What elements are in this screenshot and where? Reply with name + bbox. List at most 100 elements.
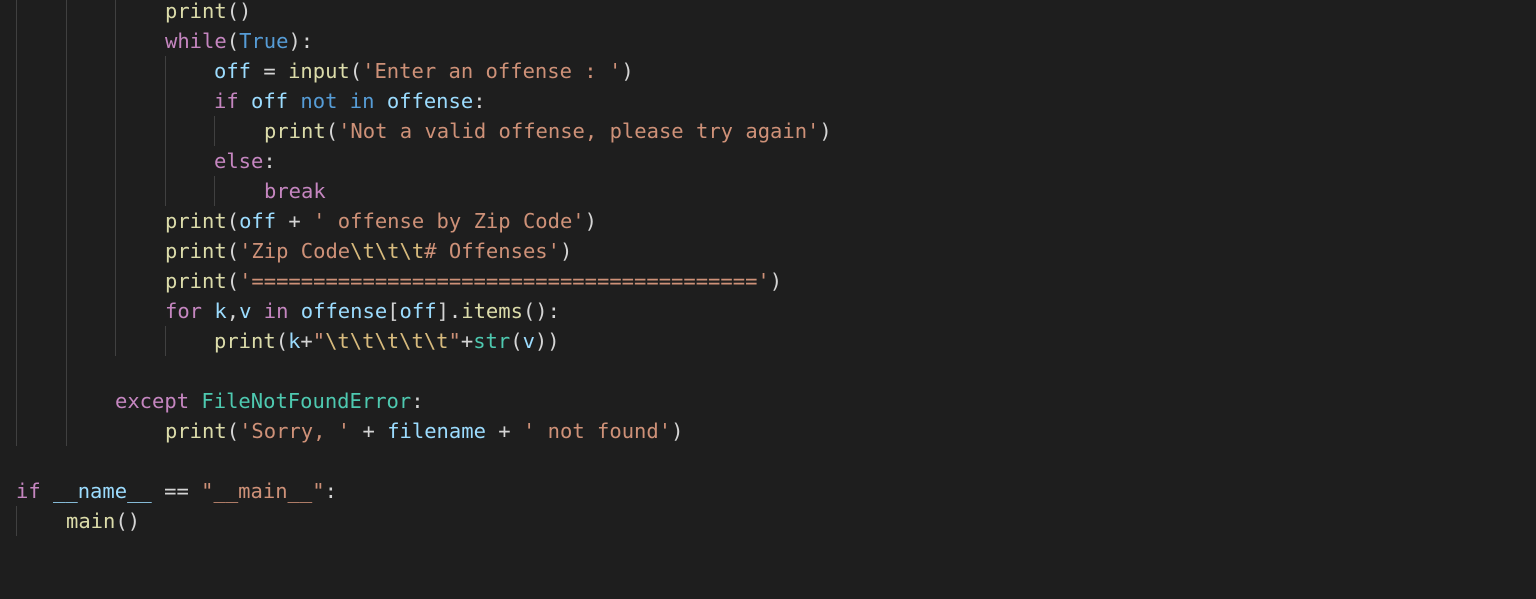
code-token: +: [276, 209, 314, 233]
code-token: (): [226, 0, 252, 23]
code-token: offense: [300, 299, 388, 323]
code-token: else: [214, 149, 264, 173]
code-line-print-invalid[interactable]: print('Not a valid offense, please try a…: [264, 116, 832, 146]
code-token: k: [288, 329, 301, 353]
code-token: (: [510, 329, 523, 353]
code-token: 'Zip Code: [239, 239, 351, 263]
code-token: :: [263, 149, 276, 173]
code-token: k: [214, 299, 227, 323]
code-token: if: [16, 479, 41, 503]
code-token: (): [115, 509, 141, 533]
code-token: ": [312, 329, 326, 353]
indent-guide: [115, 0, 116, 356]
code-token: :: [411, 389, 424, 413]
code-token: ): [584, 209, 597, 233]
code-token: offense: [386, 89, 474, 113]
indent-guide: [165, 56, 166, 206]
code-line-main-call[interactable]: main(): [66, 506, 140, 536]
code-token: input: [288, 59, 350, 83]
code-token: print: [165, 0, 227, 23]
code-token: off: [399, 299, 437, 323]
code-token: (: [349, 59, 363, 83]
code-token: ' offense by Zip Code': [313, 209, 585, 233]
code-line-if-not-in[interactable]: if off not in offense:: [214, 86, 486, 116]
code-token: (: [226, 269, 240, 293]
code-line-print-offense-by-zip[interactable]: print(off + ' offense by Zip Code'): [165, 206, 597, 236]
code-token: ):: [288, 29, 314, 53]
code-token: (: [226, 239, 240, 263]
code-token: ].: [436, 299, 462, 323]
code-token: FileNotFoundError: [201, 389, 412, 413]
code-token: print: [214, 329, 276, 353]
code-token: (: [325, 119, 339, 143]
code-line-print-not-found[interactable]: print('Sorry, ' + filename + ' not found…: [165, 416, 683, 446]
code-editor[interactable]: print() while(True): off = input('Enter …: [0, 0, 1536, 599]
code-token: if: [214, 89, 239, 113]
code-token: ==: [151, 479, 202, 503]
code-line-print-separator[interactable]: print('=================================…: [165, 266, 782, 296]
code-line-print-blank[interactable]: print(): [165, 0, 251, 26]
code-token: off: [239, 209, 277, 233]
code-token: filename: [387, 419, 486, 443]
indent-guide: [165, 326, 166, 356]
code-token: # Offenses': [424, 239, 560, 263]
code-token: =: [251, 59, 289, 83]
code-token: :: [473, 89, 486, 113]
code-line-except[interactable]: except FileNotFoundError:: [115, 386, 424, 416]
code-token: )): [534, 329, 560, 353]
indent-guide: [66, 0, 67, 446]
code-line-else[interactable]: else:: [214, 146, 276, 176]
code-token: off: [214, 59, 252, 83]
code-line-for-loop[interactable]: for k,v in offense[off].items():: [165, 296, 560, 326]
code-token: print: [264, 119, 326, 143]
code-line-if-main[interactable]: if __name__ == "__main__":: [16, 476, 337, 506]
code-token: ): [671, 419, 684, 443]
code-token: off: [251, 89, 289, 113]
code-token: +: [460, 329, 474, 353]
code-token: while: [165, 29, 227, 53]
code-token: (: [226, 29, 240, 53]
code-line-break[interactable]: break: [264, 176, 326, 206]
code-token: \t\t\t\t\t: [325, 329, 449, 353]
code-token: print: [165, 419, 227, 443]
indent-guide: [16, 506, 17, 536]
code-token: ): [819, 119, 832, 143]
code-line-print-header[interactable]: print('Zip Code\t\t\t# Offenses'): [165, 236, 572, 266]
code-line-while[interactable]: while(True):: [165, 26, 313, 56]
code-token: +: [300, 329, 313, 353]
code-token: str: [473, 329, 511, 353]
code-token: ): [769, 269, 783, 293]
code-token: (: [226, 419, 240, 443]
code-token: print: [165, 239, 227, 263]
code-token: "__main__": [201, 479, 325, 503]
code-token: '=======================================…: [239, 269, 770, 293]
code-token: ): [559, 239, 573, 263]
code-token: 'Enter an offense : ': [362, 59, 622, 83]
code-token: v: [239, 299, 252, 323]
code-token: break: [264, 179, 326, 203]
code-token: in: [349, 89, 375, 113]
code-line-input[interactable]: off = input('Enter an offense : '): [214, 56, 634, 86]
code-token: ' not found': [522, 419, 672, 443]
code-token: v: [522, 329, 535, 353]
code-token: print: [165, 269, 227, 293]
code-line-print-row[interactable]: print(k+"\t\t\t\t\t"+str(v)): [214, 326, 560, 356]
code-token: print: [165, 209, 227, 233]
code-token: ): [621, 59, 634, 83]
code-token: +: [350, 419, 388, 443]
code-token: main: [66, 509, 116, 533]
code-token: ": [448, 329, 461, 353]
code-token: True: [239, 29, 289, 53]
code-token: for: [165, 299, 203, 323]
code-token: +: [485, 419, 523, 443]
code-token: \t\t\t: [350, 239, 425, 263]
